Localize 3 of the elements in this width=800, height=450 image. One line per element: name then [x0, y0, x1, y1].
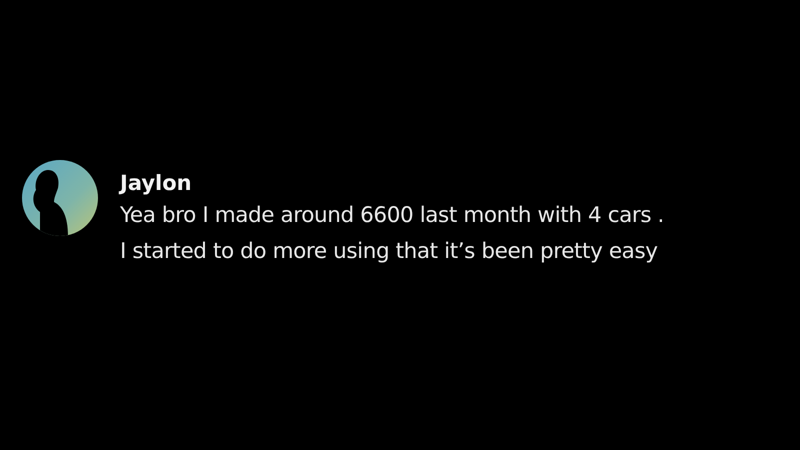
- message-text: Yea bro I made around 6600 last month with 4 cars .: [120, 202, 664, 230]
- author-name: Jaylon: [120, 170, 193, 197]
- message-text: I started to do more using that it’s been pretty easy: [120, 238, 659, 266]
